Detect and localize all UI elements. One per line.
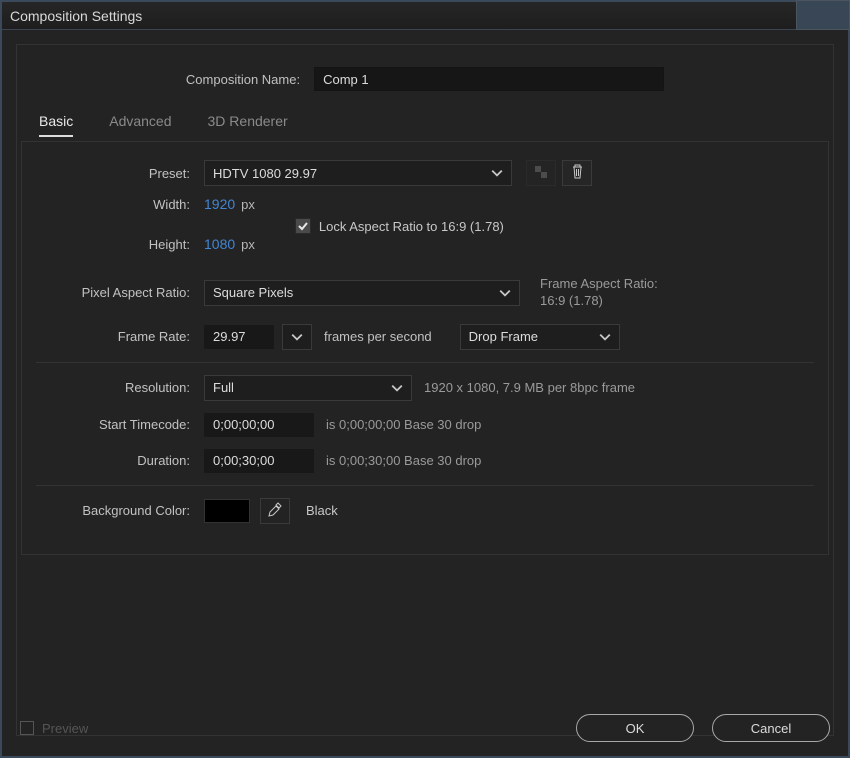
window-title: Composition Settings [10,8,142,24]
bg-color-swatch[interactable] [204,499,250,523]
height-label: Height: [36,237,204,252]
start-timecode-hint: is 0;00;00;00 Base 30 drop [326,417,481,432]
resolution-select[interactable]: Full [204,375,412,401]
pixel-aspect-select[interactable]: Square Pixels [204,280,520,306]
chevron-down-icon [599,331,611,343]
tab-advanced[interactable]: Advanced [109,113,171,137]
delete-preset-button[interactable] [562,160,592,186]
preset-value: HDTV 1080 29.97 [213,166,317,181]
composition-name-row: Composition Name: [17,45,833,107]
checkbox-icon [20,721,34,735]
preset-label: Preset: [36,166,204,181]
chevron-down-icon [291,331,303,343]
lock-aspect-label: Lock Aspect Ratio to 16:9 (1.78) [319,219,504,234]
start-timecode-label: Start Timecode: [36,417,204,432]
frame-rate-label: Frame Rate: [36,329,204,344]
duration-label: Duration: [36,453,204,468]
width-unit: px [241,197,255,212]
preview-checkbox: Preview [20,721,88,736]
save-preset-button [526,160,556,186]
lock-aspect-checkbox[interactable] [295,218,311,234]
duration-input[interactable] [204,449,314,473]
resolution-hint: 1920 x 1080, 7.9 MB per 8bpc frame [424,380,635,395]
comp-name-label: Composition Name: [186,72,300,87]
chevron-down-icon [499,287,511,299]
preview-label: Preview [42,721,88,736]
resolution-label: Resolution: [36,380,204,395]
ok-button[interactable]: OK [576,714,694,742]
comp-name-input[interactable] [314,67,664,91]
check-icon [297,220,309,232]
composition-settings-dialog: Composition Settings Composition Name: B… [0,0,850,758]
dialog-content: Composition Name: Basic Advanced 3D Rend… [2,30,848,756]
close-button[interactable] [796,0,850,30]
chevron-down-icon [391,382,403,394]
height-unit: px [241,237,255,252]
width-value[interactable]: 1920 [204,196,235,212]
eyedropper-icon [267,501,283,520]
cancel-button[interactable]: Cancel [712,714,830,742]
title-bar: Composition Settings [2,2,848,30]
pixel-aspect-value: Square Pixels [213,285,293,300]
frame-rate-dropdown[interactable] [282,324,312,350]
frame-rate-unit: frames per second [324,329,432,344]
bg-color-name: Black [306,503,338,518]
frame-aspect-value: 16:9 (1.78) [540,293,658,310]
dialog-footer: Preview OK Cancel [20,714,830,742]
eyedropper-button[interactable] [260,498,290,524]
bg-color-label: Background Color: [36,503,204,518]
start-timecode-input[interactable] [204,413,314,437]
save-preset-icon [534,165,548,182]
height-value[interactable]: 1080 [204,236,235,252]
pixel-aspect-label: Pixel Aspect Ratio: [36,285,204,300]
frame-aspect-title: Frame Aspect Ratio: [540,276,658,293]
chevron-down-icon [491,167,503,179]
drop-frame-select[interactable]: Drop Frame [460,324,620,350]
basic-panel: Preset: HDTV 1080 29.97 Width: [21,141,829,555]
width-label: Width: [36,197,204,212]
tab-strip: Basic Advanced 3D Renderer [17,113,833,137]
trash-icon [571,164,584,182]
frame-rate-input[interactable] [204,325,274,349]
preset-select[interactable]: HDTV 1080 29.97 [204,160,512,186]
tab-3d-renderer[interactable]: 3D Renderer [208,113,288,137]
drop-frame-value: Drop Frame [469,329,538,344]
resolution-value: Full [213,380,234,395]
duration-hint: is 0;00;30;00 Base 30 drop [326,453,481,468]
tab-basic[interactable]: Basic [39,113,73,137]
